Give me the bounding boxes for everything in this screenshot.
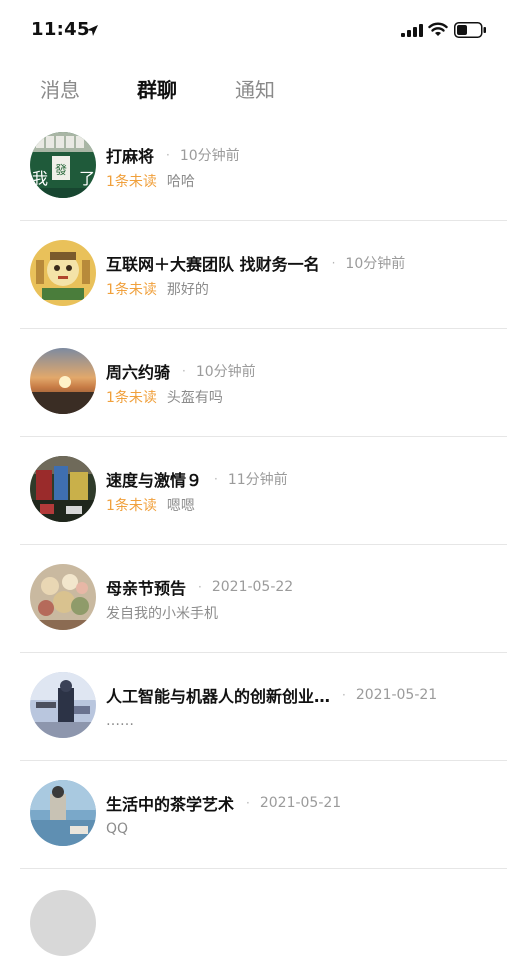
group-name: 速度与激情９ [106,471,203,490]
tab-messages[interactable]: 消息 [40,74,80,103]
group-row-1[interactable]: 互联网＋大赛团队 找财务一名 · 10分钟前 1条未读 那好的 [20,221,507,329]
svg-text:發: 發 [55,162,67,177]
group-time: 2021-05-21 [355,687,438,703]
group-list: 我 了 發 打麻将 · 10分钟前 1条未读 哈哈 互联网＋大赛团队 找财务一名… [0,113,507,869]
group-time: 10分钟前 [345,256,406,272]
group-avatar [30,780,96,846]
unread-badge: 1条未读 [106,498,157,514]
group-time: 2021-05-22 [211,579,294,595]
group-row-5[interactable]: 人工智能与机器人的创新创业… · 2021-05-21 …… [20,653,507,761]
location-arrow-icon [87,25,98,36]
group-row-2[interactable]: 周六约骑 · 10分钟前 1条未读 头盔有吗 [20,329,507,437]
group-name: 生活中的茶学艺术 [106,795,235,814]
group-avatar: 我 了 發 [30,132,96,198]
group-row-6[interactable]: 生活中的茶学艺术 · 2021-05-21 QQ [20,761,507,869]
separator-dot: · [214,472,218,486]
group-avatar [30,564,96,630]
svg-text:了: 了 [79,169,95,188]
group-avatar [30,240,96,306]
status-bar: 11:45 [0,0,507,62]
message-preview: …… [106,713,134,729]
separator-dot: · [198,580,202,594]
group-row-0[interactable]: 我 了 發 打麻将 · 10分钟前 1条未读 哈哈 [20,113,507,221]
group-time: 11分钟前 [227,472,288,488]
separator-dot: · [331,256,336,270]
message-preview: 嗯嗯 [166,498,195,514]
group-name: 人工智能与机器人的创新创业… [106,687,331,706]
message-preview: 头盔有吗 [166,390,223,406]
group-row-4[interactable]: 母亲节预告 · 2021-05-22 发自我的小米手机 [20,545,507,653]
status-time: 11:45 [31,19,90,40]
group-name: 周六约骑 [106,363,171,382]
wifi-icon [428,22,448,36]
message-preview: QQ [106,821,129,837]
tab-bar: 消息 群聊 通知 [0,66,507,110]
group-row-3[interactable]: 速度与激情９ · 11分钟前 1条未读 嗯嗯 [20,437,507,545]
tab-group-chats[interactable]: 群聊 [137,74,177,103]
group-name: 打麻将 [106,147,155,166]
unread-badge: 1条未读 [106,282,157,298]
group-name: 母亲节预告 [106,579,187,598]
cellular-signal-icon [401,24,423,37]
svg-text:我: 我 [32,169,48,188]
separator-dot: · [166,148,170,162]
group-avatar [30,456,96,522]
battery-icon [454,22,486,38]
group-name: 互联网＋大赛团队 找财务一名 [106,255,320,274]
message-preview: 发自我的小米手机 [106,606,218,622]
tab-notifications[interactable]: 通知 [235,74,275,103]
group-avatar [30,348,96,414]
group-time: 10分钟前 [179,148,240,164]
separator-dot: · [342,688,346,702]
group-time: 2021-05-21 [259,795,342,811]
unread-badge: 1条未读 [106,390,157,406]
group-avatar [30,672,96,738]
separator-dot: · [182,364,186,378]
group-time: 10分钟前 [195,364,256,380]
message-preview: 哈哈 [166,174,195,190]
message-preview: 那好的 [166,282,209,298]
separator-dot: · [246,796,250,810]
unread-badge: 1条未读 [106,174,157,190]
